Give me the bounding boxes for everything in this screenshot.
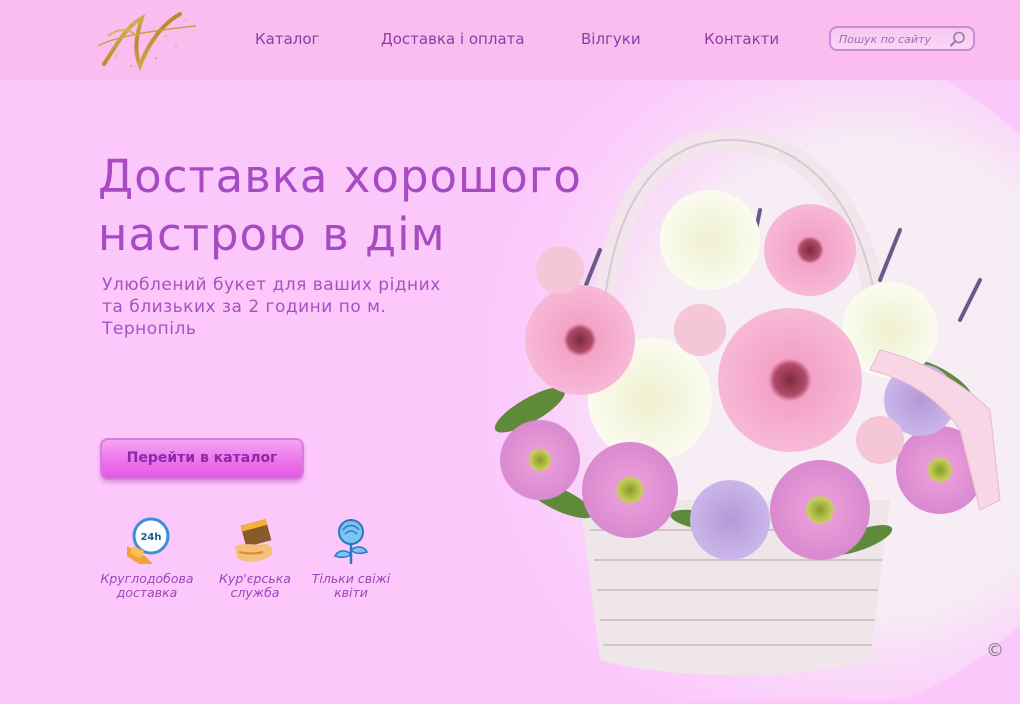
search-box [829,26,975,51]
logo-monogram-icon [97,12,197,72]
nav-contacts[interactable]: Контакти [704,30,779,48]
feature-fresh-flowers: Тільки свіжі квіти [296,516,406,600]
go-to-catalog-button[interactable]: Перейти в каталог [100,438,304,480]
search-button[interactable] [949,30,967,48]
feature-label: Круглодобова доставка [100,571,194,600]
search-input[interactable] [839,31,945,47]
site-logo[interactable] [96,6,202,74]
rose-icon [327,516,375,566]
hero-title: Доставка хорошого настрою в дім [98,150,582,261]
feature-label: Тільки свіжі квіти [311,571,391,600]
hero-subtitle: Улюблений букет для ваших рідних та близ… [102,275,441,339]
feature-courier: Кур'єрська служба [200,516,310,600]
site-header: Каталог Доставка і оплата Вілгуки Контак… [0,0,1020,80]
svg-text:24h: 24h [140,532,161,543]
copyright-icon: © [986,640,1004,661]
nav-delivery-payment[interactable]: Доставка і оплата [381,30,525,48]
nav-reviews[interactable]: Вілгуки [581,30,641,48]
24h-delivery-icon: 24h [123,516,171,566]
courier-box-icon [231,516,279,566]
nav-catalog[interactable]: Каталог [255,30,319,48]
search-icon [950,31,965,47]
feature-label: Кур'єрська служба [219,571,291,600]
feature-24h-delivery: 24h Круглодобова доставка [92,516,202,600]
